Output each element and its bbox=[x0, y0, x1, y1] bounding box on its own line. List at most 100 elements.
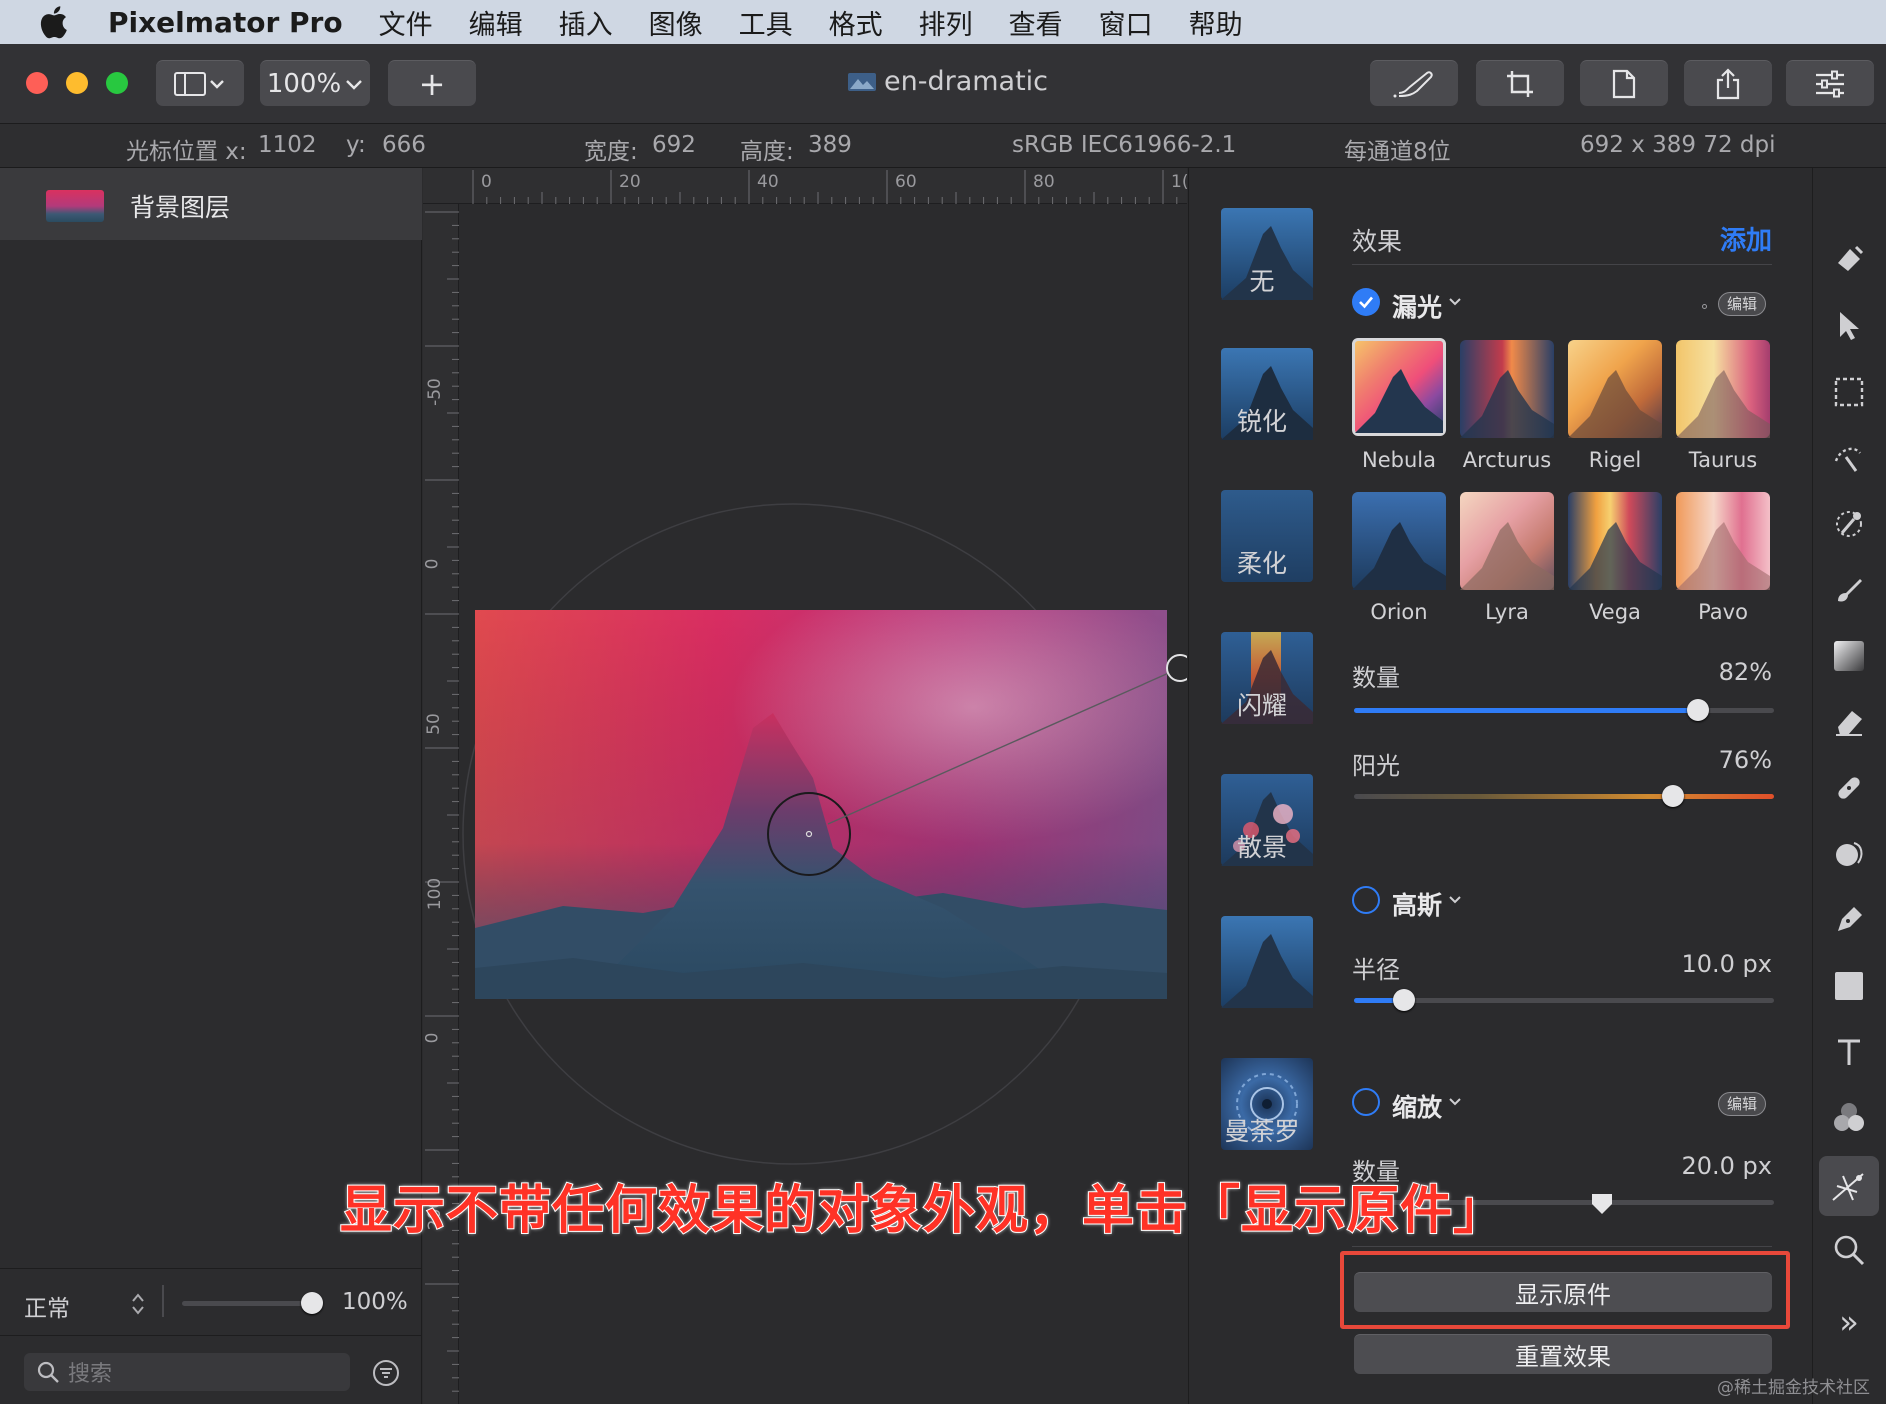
effects-sparkle-icon bbox=[1832, 1173, 1864, 1201]
shape-tool[interactable] bbox=[1825, 962, 1873, 1010]
preset-pavo[interactable] bbox=[1676, 492, 1770, 590]
effect-label-sharpen: 锐化 bbox=[1236, 407, 1287, 436]
mountain-icon bbox=[1460, 370, 1554, 438]
crop-icon bbox=[1507, 70, 1533, 97]
color-select-tool[interactable] bbox=[1825, 500, 1873, 548]
layer-row[interactable]: 背景图层 bbox=[0, 168, 422, 240]
light-leak-checkbox[interactable] bbox=[1352, 288, 1380, 316]
document-button[interactable] bbox=[1580, 60, 1668, 106]
menu-edit[interactable]: 编辑 bbox=[469, 3, 523, 42]
opacity-slider-knob[interactable] bbox=[301, 1292, 323, 1314]
apple-logo-icon[interactable] bbox=[38, 5, 68, 39]
share-button[interactable] bbox=[1684, 60, 1772, 106]
zoom-window-button[interactable] bbox=[106, 72, 128, 94]
layer-search-field[interactable]: 搜索 bbox=[24, 1353, 350, 1391]
watermark: @稀土掘金技术社区 bbox=[1717, 1378, 1870, 1398]
zoom-dropdown[interactable]: 100% bbox=[260, 60, 370, 106]
preset-name: Arcturus bbox=[1462, 448, 1552, 472]
style-tool[interactable] bbox=[1825, 234, 1873, 282]
sliders-icon bbox=[1816, 70, 1844, 97]
close-window-button[interactable] bbox=[26, 72, 48, 94]
radius-label: 半径 bbox=[1352, 956, 1400, 984]
layer-thumbnail bbox=[46, 190, 104, 222]
chevron-down-icon bbox=[346, 79, 363, 90]
light-leak-edit-badge[interactable]: 编辑 bbox=[1718, 292, 1767, 316]
mountain-icon bbox=[1460, 522, 1554, 590]
eraser-icon bbox=[1836, 711, 1862, 736]
rect-select-tool[interactable] bbox=[1825, 368, 1873, 416]
color-adjust-tool[interactable] bbox=[1825, 1094, 1873, 1142]
radius-value: 10.0 px bbox=[1681, 950, 1772, 978]
crop-button[interactable] bbox=[1476, 60, 1564, 106]
reset-effects-button[interactable]: 重置效果 bbox=[1354, 1334, 1772, 1374]
light-leak-amount-knob[interactable] bbox=[1687, 699, 1710, 721]
up-down-chevron-icon[interactable] bbox=[130, 1291, 146, 1317]
blend-mode-select[interactable]: 正常 bbox=[24, 1289, 70, 1323]
sidebar-toggle-button[interactable] bbox=[156, 60, 244, 106]
menu-tools[interactable]: 工具 bbox=[739, 3, 793, 42]
zoom-title[interactable]: 缩放 bbox=[1392, 1088, 1442, 1124]
menu-insert[interactable]: 插入 bbox=[559, 3, 613, 42]
preset-lyra[interactable] bbox=[1460, 492, 1554, 590]
sunlight-knob[interactable] bbox=[1662, 785, 1685, 807]
retouch-tool[interactable] bbox=[1825, 764, 1873, 812]
divider bbox=[0, 1335, 422, 1336]
adjust-button[interactable] bbox=[1786, 60, 1874, 106]
chevron-down-icon[interactable] bbox=[1448, 1096, 1462, 1108]
sunlight-track[interactable] bbox=[1354, 794, 1774, 799]
effect-thumb-unlabeled[interactable] bbox=[1221, 916, 1313, 1008]
distort-tool[interactable] bbox=[1825, 830, 1873, 878]
filter-icon[interactable] bbox=[372, 1359, 400, 1387]
reset-effects-label: 重置效果 bbox=[1515, 1343, 1611, 1371]
radius-track[interactable] bbox=[1354, 998, 1774, 1003]
menu-format[interactable]: 格式 bbox=[829, 3, 883, 42]
zoom-edit-badge[interactable]: 编辑 bbox=[1718, 1092, 1767, 1116]
preset-nebula[interactable] bbox=[1352, 338, 1446, 436]
minimize-window-button[interactable] bbox=[66, 72, 88, 94]
preset-orion[interactable] bbox=[1352, 492, 1446, 590]
color-circles-icon bbox=[1834, 1103, 1864, 1131]
add-effect-link[interactable]: 添加 bbox=[1720, 220, 1772, 257]
menu-arrange[interactable]: 排列 bbox=[919, 3, 973, 42]
chevron-down-icon[interactable] bbox=[1448, 894, 1462, 906]
paint-tool[interactable] bbox=[1825, 566, 1873, 614]
menu-window[interactable]: 窗口 bbox=[1099, 3, 1153, 42]
marquee-icon bbox=[1834, 377, 1864, 407]
effects-tool[interactable] bbox=[1819, 1156, 1879, 1216]
gaussian-checkbox[interactable] bbox=[1352, 886, 1380, 914]
preset-name: Rigel bbox=[1588, 448, 1642, 472]
menu-image[interactable]: 图像 bbox=[649, 3, 703, 42]
menu-file[interactable]: 文件 bbox=[379, 3, 433, 42]
menu-help[interactable]: 帮助 bbox=[1189, 3, 1243, 42]
layer-name: 背景图层 bbox=[130, 193, 231, 222]
menu-app-name[interactable]: Pixelmator Pro bbox=[108, 6, 343, 39]
radius-knob[interactable] bbox=[1393, 989, 1416, 1011]
menu-view[interactable]: 查看 bbox=[1009, 3, 1063, 42]
type-tool[interactable] bbox=[1825, 1028, 1873, 1076]
gaussian-title[interactable]: 高斯 bbox=[1392, 886, 1442, 922]
width-value: 692 bbox=[652, 132, 696, 158]
preset-arcturus[interactable] bbox=[1460, 340, 1554, 438]
preset-vega[interactable] bbox=[1568, 492, 1662, 590]
more-tools-button[interactable]: » bbox=[1825, 1298, 1873, 1346]
opacity-slider-track[interactable] bbox=[182, 1301, 312, 1306]
light-leak-title[interactable]: 漏光 bbox=[1392, 288, 1442, 324]
format-tools-button[interactable] bbox=[1370, 60, 1458, 106]
zoom-checkbox[interactable] bbox=[1352, 1088, 1380, 1116]
erase-tool[interactable] bbox=[1825, 698, 1873, 746]
zoom-amount-knob[interactable] bbox=[1590, 1192, 1614, 1216]
chevron-down-icon[interactable] bbox=[1448, 296, 1462, 308]
quick-select-tool[interactable] bbox=[1825, 434, 1873, 482]
add-button[interactable]: + bbox=[388, 60, 476, 106]
gradient-tool[interactable] bbox=[1825, 632, 1873, 680]
effect-direction-handle[interactable] bbox=[1166, 654, 1187, 682]
zoom-tool[interactable] bbox=[1825, 1226, 1873, 1274]
share-icon bbox=[1716, 67, 1740, 99]
sidebar-icon bbox=[174, 71, 224, 96]
layers-footer: 正常 100% 搜索 bbox=[0, 1268, 422, 1404]
pen-tool[interactable] bbox=[1825, 896, 1873, 944]
preset-taurus[interactable] bbox=[1676, 340, 1770, 438]
arrange-tool[interactable] bbox=[1825, 302, 1873, 350]
mountain-icon bbox=[1352, 522, 1446, 590]
preset-rigel[interactable] bbox=[1568, 340, 1662, 438]
